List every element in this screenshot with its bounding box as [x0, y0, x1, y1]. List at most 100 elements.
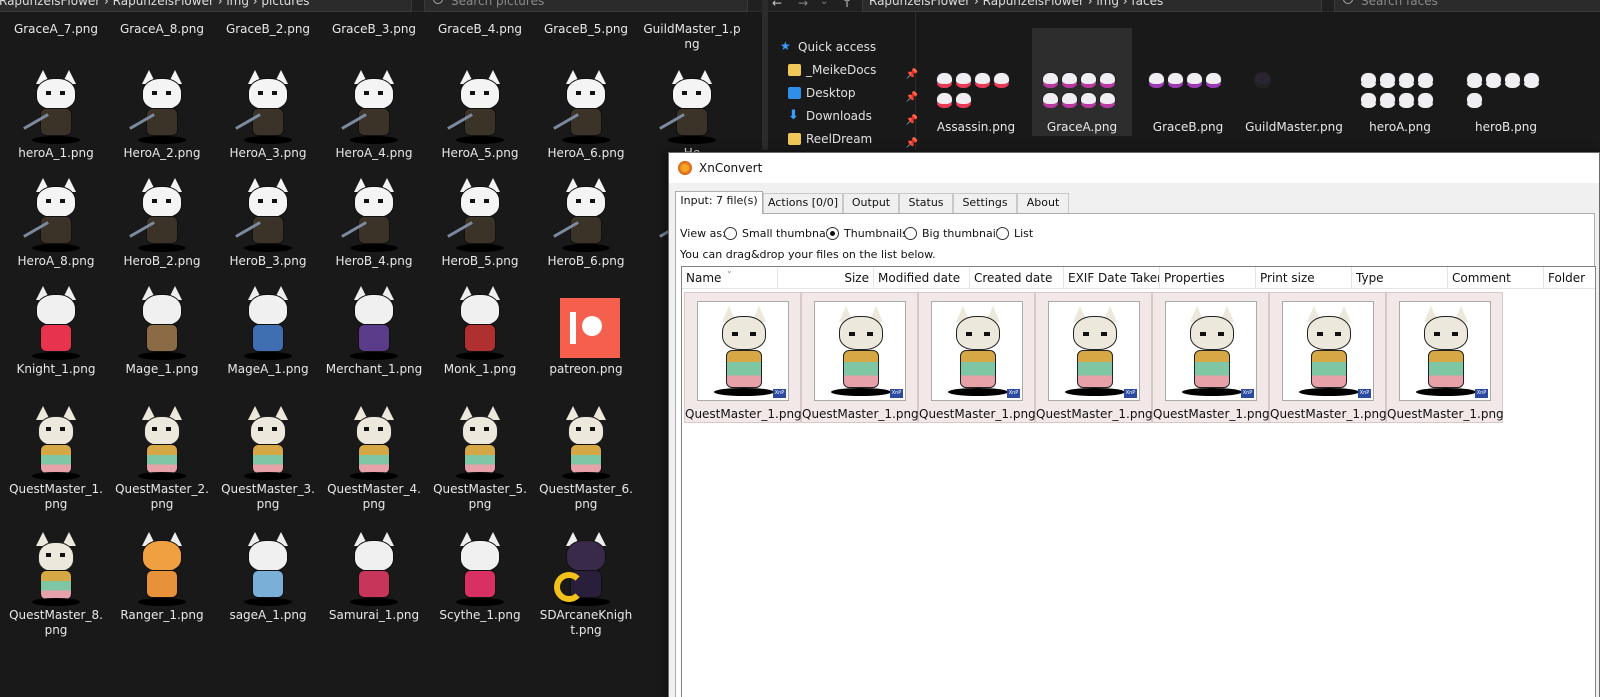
file-item[interactable]: HeroB_6.png — [536, 178, 636, 269]
face-file-item[interactable]: Assassin.png — [926, 28, 1026, 136]
file-item[interactable]: HeroB_4.png — [324, 178, 424, 269]
nav-item-meikedocs[interactable]: _MeikeDocs 📌 — [786, 59, 920, 81]
file-item[interactable]: QuestMaster_2.png — [112, 406, 212, 512]
file-item[interactable]: patreon.png — [536, 286, 636, 377]
input-file-list[interactable]: ⌄ Name Size Modified date Created date E… — [681, 266, 1596, 697]
file-name: Ranger_1.png — [120, 608, 204, 622]
file-item[interactable]: SDArcaneKnight.png — [536, 532, 636, 638]
tab-status[interactable]: Status — [899, 193, 953, 213]
file-item[interactable]: HeroA_2.png — [112, 70, 212, 161]
input-file-thumbnail[interactable]: XnP QuestMaster_1.png — [684, 292, 802, 423]
file-item[interactable]: Monk_1.png — [430, 286, 530, 377]
file-item[interactable]: HeroB_3.png — [218, 178, 318, 269]
file-item[interactable]: GuildMaster_1.png — [642, 0, 742, 52]
file-item[interactable]: He — [642, 70, 742, 161]
column-size[interactable]: Size — [778, 267, 874, 289]
face-file-item[interactable]: heroB.png — [1456, 28, 1556, 136]
thumbnail-file-name: QuestMaster_1.png — [1270, 407, 1387, 421]
file-item[interactable]: GraceA_8.png — [112, 0, 212, 37]
back-arrow-icon[interactable]: ← — [772, 0, 782, 10]
right-search-box[interactable]: Search faces — [1334, 0, 1600, 12]
file-item[interactable]: Knight_1.png — [6, 286, 106, 377]
file-item[interactable]: GraceB_3.png — [324, 0, 424, 37]
file-thumbnail — [124, 70, 200, 146]
column-comment[interactable]: Comment — [1448, 267, 1544, 289]
file-item[interactable]: Scythe_1.png — [430, 532, 530, 623]
radio-circle-selected[interactable] — [826, 227, 839, 240]
face-file-item[interactable]: heroA.png — [1350, 28, 1450, 136]
input-file-thumbnail[interactable]: XnP QuestMaster_1.png — [918, 292, 1036, 423]
file-item[interactable]: Ranger_1.png — [112, 532, 212, 623]
nav-item-quick-access[interactable]: ★ Quick access — [778, 36, 912, 58]
column-modified-date[interactable]: Modified date — [874, 267, 970, 289]
thumbnail-image: XnP — [1048, 301, 1140, 401]
column-print-size[interactable]: Print size — [1256, 267, 1352, 289]
up-arrow-icon[interactable]: ↑ — [842, 0, 852, 10]
pin-icon[interactable]: 📌 — [906, 133, 918, 150]
file-item[interactable]: Merchant_1.png — [324, 286, 424, 377]
thumbnail-file-name: QuestMaster_1.png — [1387, 407, 1504, 421]
file-item[interactable]: Mage_1.png — [112, 286, 212, 377]
radio-thumbnails[interactable]: Thumbnails — [826, 226, 908, 242]
file-name: MageA_1.png — [227, 362, 309, 376]
file-item[interactable]: heroA_1.png — [6, 70, 106, 161]
tab-about[interactable]: About — [1017, 193, 1069, 213]
file-item[interactable]: MageA_1.png — [218, 286, 318, 377]
radio-big-thumbnails[interactable]: Big thumbnails — [904, 226, 1005, 242]
file-item[interactable]: HeroA_4.png — [324, 70, 424, 161]
face-file-item[interactable]: GraceB.png — [1138, 28, 1238, 136]
file-item[interactable]: QuestMaster_5.png — [430, 406, 530, 512]
file-item[interactable]: QuestMaster_4.png — [324, 406, 424, 512]
tab-actions[interactable]: Actions [0/0] — [763, 193, 843, 213]
file-item[interactable]: HeroA_6.png — [536, 70, 636, 161]
file-item[interactable]: QuestMaster_1.png — [6, 406, 106, 512]
file-item[interactable]: QuestMaster_3.png — [218, 406, 318, 512]
input-file-thumbnail[interactable]: XnP QuestMaster_1.png — [1269, 292, 1387, 423]
column-name[interactable]: Name — [682, 267, 778, 289]
column-created-date[interactable]: Created date — [970, 267, 1064, 289]
file-name: HeroB_2.png — [123, 254, 201, 268]
xnconvert-titlebar[interactable]: XnConvert — [669, 153, 1599, 183]
file-item[interactable]: QuestMaster_8.png — [6, 532, 106, 638]
file-item[interactable]: HeroA_3.png — [218, 70, 318, 161]
file-item[interactable]: sageA_1.png — [218, 532, 318, 623]
nav-item-desktop[interactable]: Desktop 📌 — [786, 82, 920, 104]
file-item[interactable]: HeroA_8.png — [6, 178, 106, 269]
right-address-bar[interactable]: RapunzelsFlower › RapunzelsFlower › img … — [862, 0, 1322, 12]
file-item[interactable]: QuestMaster_6.png — [536, 406, 636, 512]
radio-circle[interactable] — [724, 227, 737, 240]
file-item[interactable]: HeroB_5.png — [430, 178, 530, 269]
file-item[interactable]: Samurai_1.png — [324, 532, 424, 623]
input-file-thumbnail[interactable]: XnP QuestMaster_1.png — [801, 292, 919, 423]
forward-arrow-icon[interactable]: → — [798, 0, 808, 10]
radio-small-thumbnails[interactable]: Small thumbnails — [724, 226, 838, 242]
radio-list[interactable]: List — [996, 226, 1033, 242]
column-exif-date-taken[interactable]: EXIF Date Taken — [1064, 267, 1160, 289]
file-item[interactable]: GraceA_7.png — [6, 0, 106, 37]
chevron-down-icon[interactable]: ⌄ — [820, 0, 828, 7]
radio-circle[interactable] — [904, 227, 917, 240]
input-file-thumbnail[interactable]: XnP QuestMaster_1.png — [1386, 292, 1504, 423]
file-item[interactable]: HeroA_5.png — [430, 70, 530, 161]
column-properties[interactable]: Properties — [1160, 267, 1256, 289]
nav-item-reeldream[interactable]: ReelDream 📌 — [786, 128, 920, 150]
column-type[interactable]: Type — [1352, 267, 1448, 289]
face-file-item[interactable]: GraceA.png — [1032, 28, 1132, 136]
file-item[interactable]: GraceB_2.png — [218, 0, 318, 37]
column-folder[interactable]: Folder — [1544, 267, 1595, 289]
file-item[interactable]: HeroB_2.png — [112, 178, 212, 269]
file-thumbnail — [230, 0, 306, 22]
nav-item-downloads[interactable]: ⬇ Downloads 📌 — [786, 105, 920, 127]
tab-settings[interactable]: Settings — [953, 193, 1017, 213]
tab-output[interactable]: Output — [843, 193, 899, 213]
tab-input[interactable]: Input: 7 file(s) — [675, 191, 763, 214]
input-file-thumbnail[interactable]: XnP QuestMaster_1.png — [1152, 292, 1270, 423]
file-item[interactable]: GraceB_5.png — [536, 0, 636, 37]
input-file-thumbnail[interactable]: XnP QuestMaster_1.png — [1035, 292, 1153, 423]
file-thumbnail — [124, 286, 200, 362]
face-file-item[interactable]: GuildMaster.png — [1244, 28, 1344, 136]
file-item[interactable]: GraceB_4.png — [430, 0, 530, 37]
file-thumbnail — [548, 286, 624, 362]
file-thumbnail — [442, 532, 518, 608]
radio-circle[interactable] — [996, 227, 1009, 240]
